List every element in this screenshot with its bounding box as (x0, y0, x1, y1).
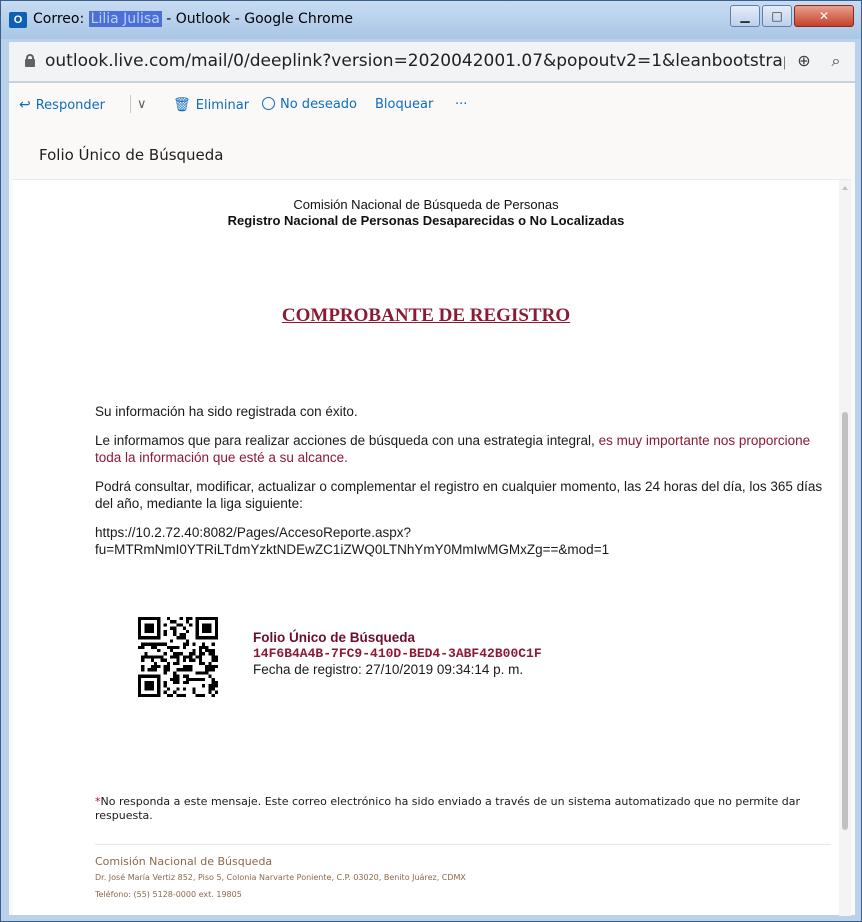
folio-title: Folio Único de Búsqueda (253, 630, 416, 645)
url-text[interactable]: outlook.live.com/mail/0/deeplink?version… (45, 51, 785, 71)
toolbar-divider (130, 95, 131, 113)
message-subject: Folio Único de Búsqueda (39, 146, 224, 164)
message-toolbar: ↩ Responder ∨ 🗑 Eliminar No deseado Bloque… (9, 83, 855, 127)
folio-id: 14F6B4A4B-7FC9-410D-BED4-3ABF42B00C1F (253, 646, 542, 661)
block-sender-button[interactable]: Bloquear (375, 97, 433, 112)
maximize-button[interactable]: □ (762, 5, 792, 27)
trash-icon: 🗑 (173, 97, 191, 113)
org-header: Comisión Nacional de Búsqueda de Persona… (293, 197, 559, 212)
reply-icon: ↩ (19, 97, 31, 113)
outlook-page: ↩ Responder ∨ 🗑 Eliminar No deseado Bloque… (9, 83, 855, 916)
footer-address: Dr. José María Vertiz 852, Piso 5, Colon… (95, 873, 466, 882)
zoom-in-icon[interactable]: ⊕ (793, 50, 815, 72)
consult-paragraph: Podrá consultar, modificar, actualizar o… (95, 479, 823, 511)
no-reply-note: *No responda a este mensaje. Este correo… (95, 795, 801, 822)
lock-icon[interactable] (25, 54, 35, 67)
browser-window: O Correo: Lilia Julisa - Outlook - Googl… (0, 0, 862, 922)
registry-header: Registro Nacional de Personas Desapareci… (227, 213, 625, 228)
delete-button[interactable]: 🗑 Eliminar (173, 97, 249, 113)
redacted-username: Lilia Julisa (88, 11, 162, 27)
search-icon[interactable]: ⌕ (825, 50, 847, 72)
registration-date: Fecha de registro: 27/10/2019 09:34:14 p… (253, 662, 524, 677)
success-paragraph: Su información ha sido registrada con éx… (95, 404, 358, 419)
scroll-thumb[interactable] (842, 412, 848, 830)
close-button[interactable]: ✕ (794, 5, 854, 27)
reply-button[interactable]: ↩ Responder (19, 97, 105, 113)
title-bar[interactable]: O Correo: Lilia Julisa - Outlook - Googl… (1, 1, 861, 39)
reply-dropdown-chevron-icon[interactable]: ∨ (137, 97, 147, 112)
junk-button[interactable]: No deseado (262, 97, 357, 112)
scrollbar[interactable] (839, 180, 851, 916)
message-body: Comisión Nacional de Búsqueda de Persona… (13, 179, 851, 916)
footer-phone: Teléfono: (55) 5128-0000 ext. 19805 (95, 890, 242, 899)
info-paragraph: Le informamos que para realizar acciones… (95, 433, 811, 465)
footer-divider (95, 844, 831, 845)
outlook-app-icon: O (9, 12, 27, 28)
scroll-up-arrow-icon[interactable] (842, 186, 848, 190)
block-circle-icon (262, 97, 275, 110)
receipt-title: COMPROBANTE DE REGISTRO (281, 305, 571, 326)
more-actions-button[interactable]: ··· (455, 97, 467, 112)
window-title: Correo: Lilia Julisa - Outlook - Google … (33, 11, 353, 27)
qr-code-image (138, 617, 218, 697)
folio-block: Folio Único de Búsqueda 14F6B4A4B-7FC9-4… (253, 630, 542, 678)
minimize-button[interactable]: ▁ (730, 5, 760, 27)
address-bar[interactable]: outlook.live.com/mail/0/deeplink?version… (9, 42, 855, 82)
access-link[interactable]: https://10.2.72.40:8082/Pages/AccesoRepo… (95, 524, 830, 558)
footer-org: Comisión Nacional de Búsqueda (95, 855, 273, 868)
